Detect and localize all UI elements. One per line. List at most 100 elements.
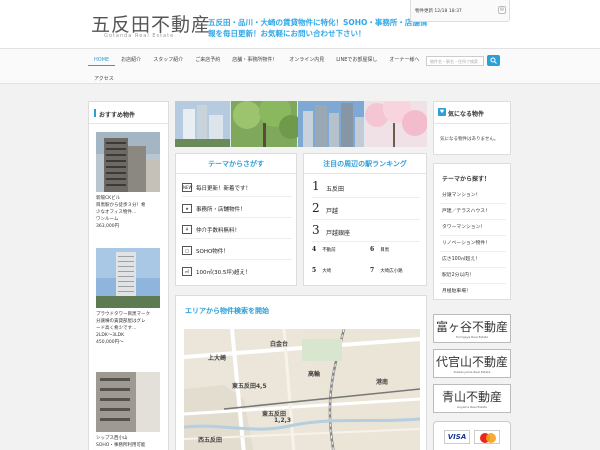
favorites-title: 気になる物件 <box>448 111 485 118</box>
rank-number: 1 <box>312 179 320 193</box>
side-theme-item[interactable]: 駅近2分以内！ <box>440 268 506 284</box>
site-header: 五反田不動産 Gotanda Real Estate 五反田・品川・大崎の賃貸物… <box>0 0 600 48</box>
ranking-item-5[interactable]: 5 大崎 <box>312 267 331 274</box>
ranking-item-4[interactable]: 4 不動前 <box>312 246 336 253</box>
side-theme-item[interactable]: 戸建／テラスハウス！ <box>440 204 506 220</box>
rank-number: 4 <box>312 246 317 253</box>
partner-banner-tomigaya[interactable]: 富ヶ谷不動産 Tomigaya Real Estate <box>433 314 511 343</box>
map-area-shirokanedai[interactable]: 白金台 <box>270 339 288 348</box>
partner-logo-sub: Aoyama Real Estate <box>456 405 488 409</box>
main-nav: HOME お店紹介 スタッフ紹介 ご来店予約 店舗・事務所物件！ オンライン内見… <box>0 48 600 84</box>
heading-marker <box>94 109 96 117</box>
rank-number: 5 <box>312 267 317 274</box>
rank-number: 7 <box>370 267 375 274</box>
area-icon: ㎡ <box>182 267 192 276</box>
property-type-1: ワンルーム <box>96 217 119 222</box>
heart-icon: ♥ <box>438 108 446 116</box>
property-desc-2b: ード高く希少です… <box>96 326 137 331</box>
search-icon <box>490 57 497 64</box>
map-area-konan[interactable]: 港南 <box>376 377 388 386</box>
rank-station: 大崎 <box>322 269 332 274</box>
map-graphic <box>184 329 420 450</box>
ranking-item-2[interactable]: 2 戸越 <box>312 198 420 220</box>
partner-logo-sub: Daikanyama Real Estate <box>453 370 491 374</box>
nav-item-home[interactable]: HOME <box>88 55 116 66</box>
theme-item-office[interactable]: ★ 事務所・店舗物件！ <box>182 199 292 218</box>
side-theme-box: テーマから探す！ 分譲マンション！ 戸建／テラスハウス！ タワーマンション！ リ… <box>433 163 511 300</box>
soho-icon: ◯ <box>182 246 192 255</box>
theme-item-label: SOHO物件！ <box>196 249 229 255</box>
area-search-box: エリアから物件検索を開始 上大崎 白金台 高輪 港南 東五反田4,5 東五反田 … <box>175 295 427 450</box>
side-theme-item[interactable]: タワーマンション！ <box>440 220 506 236</box>
theme-item-nofee[interactable]: ¥ 仲介手数料無料！ <box>182 220 292 239</box>
rank-station: 目黒 <box>380 248 390 253</box>
property-type-2: 2LDK～3LDK <box>96 333 125 338</box>
search-input[interactable] <box>426 56 484 66</box>
star-icon: ★ <box>182 204 192 213</box>
search-button[interactable] <box>487 55 500 66</box>
partner-logo-text: 代官山不動産 <box>435 355 508 369</box>
nav-item-reserve[interactable]: ご来店予約 <box>189 55 226 66</box>
partner-logo-text: 富ヶ谷不動産 <box>435 320 508 334</box>
theme-item-label: 毎日更新！新着です！ <box>196 186 252 192</box>
payment-cards: VISA <box>433 421 511 450</box>
property-name-3[interactable]: シップス西小山 <box>96 435 168 442</box>
property-price-2: 450,000円～ <box>96 340 124 345</box>
twitter-icon[interactable]: ✉ <box>498 6 506 14</box>
hero-banner <box>175 101 427 147</box>
update-box: 物件更新 12/18 18:37 ✉ <box>410 0 510 22</box>
mastercard-icon <box>474 430 500 444</box>
area-search-title: エリアから物件検索を開始 <box>185 307 269 315</box>
recommended-header: おすすめ物件 <box>89 102 168 124</box>
page: 五反田不動産 Gotanda Real Estate 五反田・品川・大崎の賃貸物… <box>0 0 600 450</box>
recommended-title: おすすめ物件 <box>99 112 136 119</box>
partner-logo-text: 青山不動産 <box>441 390 502 404</box>
favorites-box: ♥ 気になる物件 気になる物件はありません。 <box>433 101 511 155</box>
nav-item-staff[interactable]: スタッフ紹介 <box>147 55 189 66</box>
property-photo-2[interactable] <box>96 248 160 308</box>
theme-item-new[interactable]: NEW 毎日更新！新着です！ <box>182 178 292 197</box>
property-desc-1a: 目黒駅から徒歩３分！希 <box>96 203 146 208</box>
nav-item-owner[interactable]: オーナー様へ <box>383 55 425 66</box>
ranking-item-7[interactable]: 7 大崎広小路 <box>370 267 403 274</box>
ranking-title: 注目の周辺の駅ランキング <box>304 154 426 174</box>
property-desc-1b: 少なオフィス物件… <box>96 210 137 215</box>
rank-station: 五反田 <box>326 186 345 193</box>
nav-item-line[interactable]: LINEでお部屋探し <box>330 55 383 66</box>
rank-station: 不動前 <box>322 248 336 253</box>
partner-banner-daikanyama[interactable]: 代官山不動産 Daikanyama Real Estate <box>433 349 511 378</box>
nav-item-access[interactable]: アクセス <box>94 75 114 82</box>
side-theme-item[interactable]: 分譲マンション！ <box>440 188 506 204</box>
map-area-kamiosaki[interactable]: 上大崎 <box>208 353 226 362</box>
rank-number: 2 <box>312 201 320 215</box>
theme-item-large[interactable]: ㎡ 100㎡(30.5坪)超え！ <box>182 262 292 281</box>
area-map[interactable]: 上大崎 白金台 高輪 港南 東五反田4,5 東五反田 1,2,3 西五反田 <box>184 329 420 450</box>
map-area-higashigotanda-123-sub: 1,2,3 <box>274 417 292 424</box>
rank-station: 戸越 <box>326 208 339 215</box>
visa-icon: VISA <box>444 430 470 444</box>
ranking-item-3[interactable]: 3 戸越銀座 <box>312 220 420 242</box>
nav-item-shop[interactable]: お店紹介 <box>115 55 147 66</box>
rank-station: 大崎広小路 <box>380 269 403 274</box>
side-theme-item[interactable]: 月極駐車場！ <box>440 284 506 300</box>
partner-logo-sub: Tomigaya Real Estate <box>455 335 489 339</box>
ranking-item-1[interactable]: 1 五反田 <box>312 176 420 198</box>
yen-icon: ¥ <box>182 225 192 234</box>
property-photo-3[interactable] <box>96 372 160 432</box>
site-tagline: 五反田・品川・大崎の賃貸物件に特化！SOHO・事務所・店舗情報を毎日更新！お気軽… <box>208 18 428 38</box>
theme-item-soho[interactable]: ◯ SOHO物件！ <box>182 241 292 260</box>
nav-item-online[interactable]: オンライン内見 <box>283 55 330 66</box>
side-theme-item[interactable]: リノベーション物件！ <box>440 236 506 252</box>
nav-item-office[interactable]: 店舗・事務所物件！ <box>226 55 283 66</box>
property-name-1[interactable]: 新陽CKビル <box>96 195 168 202</box>
property-name-2[interactable]: プラウドタワー目黒マーク <box>96 311 168 318</box>
property-photo-1[interactable] <box>96 132 160 192</box>
map-area-nishigotanda[interactable]: 西五反田 <box>198 435 222 444</box>
property-desc-3a: SOHO・事務所利用可能 <box>96 443 146 448</box>
map-area-takanawa[interactable]: 高輪 <box>308 369 320 378</box>
ranking-item-6[interactable]: 6 目黒 <box>370 246 389 253</box>
partner-banner-aoyama[interactable]: 青山不動産 Aoyama Real Estate <box>433 384 511 413</box>
favorites-empty-text: 気になる物件はありません。 <box>440 137 499 142</box>
side-theme-item[interactable]: 広さ100㎡超え！ <box>440 252 506 268</box>
map-area-higashigotanda-45[interactable]: 東五反田4,5 <box>232 381 267 390</box>
